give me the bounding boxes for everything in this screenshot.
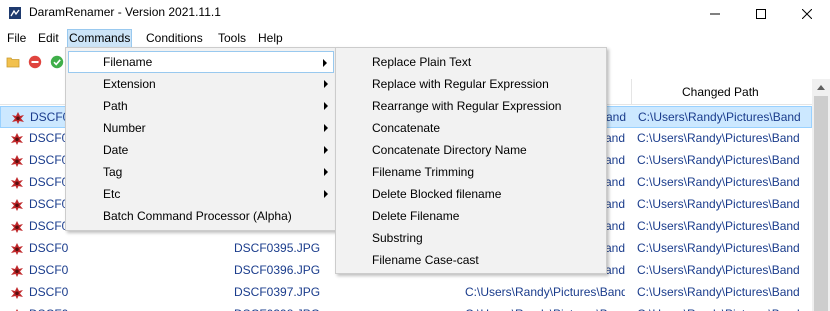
original-path: C:\Users\Randy\Pictures\Band xyxy=(465,307,625,311)
menu-item-etc[interactable]: Etc xyxy=(68,183,334,205)
changed-path: C:\Users\Randy\Pictures\Band 2 xyxy=(637,131,803,145)
menu-item-label: Number xyxy=(103,121,146,135)
chevron-up-icon xyxy=(817,85,825,90)
apply-icon[interactable] xyxy=(50,55,64,69)
chevron-right-icon xyxy=(324,80,328,88)
menu-item-label: Tag xyxy=(103,165,123,179)
column-separator[interactable] xyxy=(631,79,632,105)
menu-conditions[interactable]: Conditions xyxy=(145,29,204,48)
new-filename: DSCF0398.JPG xyxy=(234,307,320,311)
chevron-right-icon xyxy=(323,59,327,67)
menu-item-batch-command-processor-alpha[interactable]: Batch Command Processor (Alpha) xyxy=(68,205,334,227)
minimize-button[interactable] xyxy=(692,0,738,27)
image-file-icon xyxy=(11,177,23,189)
maximize-button[interactable] xyxy=(738,0,784,27)
scroll-thumb[interactable] xyxy=(814,96,828,311)
original-filename: DSCF0 xyxy=(29,219,69,233)
submenu-item-filename-trimming[interactable]: Filename Trimming xyxy=(338,161,604,183)
chevron-right-icon xyxy=(324,168,328,176)
changed-path: C:\Users\Randy\Pictures\Band 2 xyxy=(638,110,804,124)
menu-bar: File Edit Commands Conditions Tools Help xyxy=(0,29,830,49)
image-file-icon xyxy=(11,221,23,233)
original-filename: DSCF0 xyxy=(29,197,69,211)
original-filename: DSCF0396.JPG xyxy=(29,263,69,277)
menu-item-path[interactable]: Path xyxy=(68,95,334,117)
original-filename: DSCF0397.JPG xyxy=(29,285,69,299)
menu-item-number[interactable]: Number xyxy=(68,117,334,139)
folder-open-icon[interactable] xyxy=(6,55,20,69)
original-filename: DSCF0 xyxy=(30,110,70,124)
column-header-changed-path[interactable]: Changed Path xyxy=(682,85,759,99)
chevron-right-icon xyxy=(324,190,328,198)
close-button[interactable] xyxy=(784,0,830,27)
submenu-item-filename-case-cast[interactable]: Filename Case-cast xyxy=(338,249,604,271)
vertical-scrollbar[interactable] xyxy=(812,79,830,311)
menu-item-label: Batch Command Processor (Alpha) xyxy=(103,209,292,223)
menu-item-tag[interactable]: Tag xyxy=(68,161,334,183)
changed-path: C:\Users\Randy\Pictures\Band 2 xyxy=(637,263,803,277)
image-file-icon xyxy=(11,243,23,255)
menu-commands[interactable]: Commands xyxy=(67,29,133,48)
image-file-icon xyxy=(11,265,23,277)
image-file-icon xyxy=(11,133,23,145)
menu-edit[interactable]: Edit xyxy=(37,29,60,48)
original-filename: DSCF0 xyxy=(29,131,69,145)
menu-item-label: Etc xyxy=(103,187,121,201)
chevron-right-icon xyxy=(324,124,328,132)
original-filename: DSCF0 xyxy=(29,175,69,189)
submenu-item-rearrange-with-regular-expression[interactable]: Rearrange with Regular Expression xyxy=(338,95,604,117)
new-filename: DSCF0397.JPG xyxy=(234,285,321,299)
table-row[interactable]: DSCF0397.JPG DSCF0397.JPG C:\Users\Randy\P… xyxy=(0,282,812,304)
window-title: DaramRenamer - Version 2021.11.1 xyxy=(29,5,221,19)
commands-dropdown: Filename Extension Path Number Date Tag Etc Bat… xyxy=(65,47,337,231)
submenu-item-replace-with-regular-expression[interactable]: Replace with Regular Expression xyxy=(338,73,604,95)
image-file-icon xyxy=(11,155,23,167)
menu-item-label: Path xyxy=(103,99,128,113)
changed-path: C:\Users\Randy\Pictures\Band 2 xyxy=(637,285,803,299)
original-filename: DSCF0395.JPG xyxy=(29,241,69,255)
submenu-item-concatenate[interactable]: Concatenate xyxy=(338,117,604,139)
table-row[interactable]: DSCF0398.JPG DSCF0398.JPG C:\Users\Randy\P… xyxy=(0,304,812,311)
image-file-icon xyxy=(12,112,24,124)
menu-file[interactable]: File xyxy=(6,29,27,48)
chevron-right-icon xyxy=(324,146,328,154)
maximize-icon xyxy=(756,8,766,19)
menu-item-extension[interactable]: Extension xyxy=(68,73,334,95)
menu-item-filename[interactable]: Filename xyxy=(68,51,334,73)
menu-help[interactable]: Help xyxy=(257,29,284,48)
submenu-item-replace-plain-text[interactable]: Replace Plain Text xyxy=(338,51,604,73)
submenu-item-delete-blocked-filename[interactable]: Delete Blocked filename xyxy=(338,183,604,205)
changed-path: C:\Users\Randy\Pictures\Band 2 xyxy=(637,219,803,233)
image-file-icon xyxy=(11,287,23,299)
new-filename: DSCF0396.JPG xyxy=(234,263,321,277)
changed-path: C:\Users\Randy\Pictures\Band 2 xyxy=(637,307,803,311)
app-icon xyxy=(9,7,21,19)
new-filename: DSCF0395.JPG xyxy=(234,241,321,255)
image-file-icon xyxy=(11,199,23,211)
original-filename: DSCF0 xyxy=(29,153,69,167)
menu-item-label: Extension xyxy=(103,77,156,91)
changed-path: C:\Users\Randy\Pictures\Band 2 xyxy=(637,197,803,211)
minimize-icon xyxy=(710,13,720,14)
close-icon xyxy=(802,8,812,19)
menu-item-label: Date xyxy=(103,143,129,157)
chevron-right-icon xyxy=(324,102,328,110)
menu-tools[interactable]: Tools xyxy=(217,29,247,48)
filename-submenu: Replace Plain Text Replace with Regular E… xyxy=(335,47,607,274)
changed-path: C:\Users\Randy\Pictures\Band 2 xyxy=(637,153,803,167)
scroll-up-button[interactable] xyxy=(812,79,830,96)
changed-path: C:\Users\Randy\Pictures\Band 2 xyxy=(637,241,803,255)
original-path: C:\Users\Randy\Pictures\Band xyxy=(465,285,625,299)
submenu-item-concatenate-directory-name[interactable]: Concatenate Directory Name xyxy=(338,139,604,161)
submenu-item-delete-filename[interactable]: Delete Filename xyxy=(338,205,604,227)
menu-item-date[interactable]: Date xyxy=(68,139,334,161)
title-bar: DaramRenamer - Version 2021.11.1 xyxy=(0,0,830,27)
remove-icon[interactable] xyxy=(28,55,42,69)
changed-path: C:\Users\Randy\Pictures\Band 2 xyxy=(637,175,803,189)
menu-item-label: Filename xyxy=(103,55,153,69)
submenu-item-substring[interactable]: Substring xyxy=(338,227,604,249)
original-filename: DSCF0398.JPG xyxy=(29,307,69,311)
